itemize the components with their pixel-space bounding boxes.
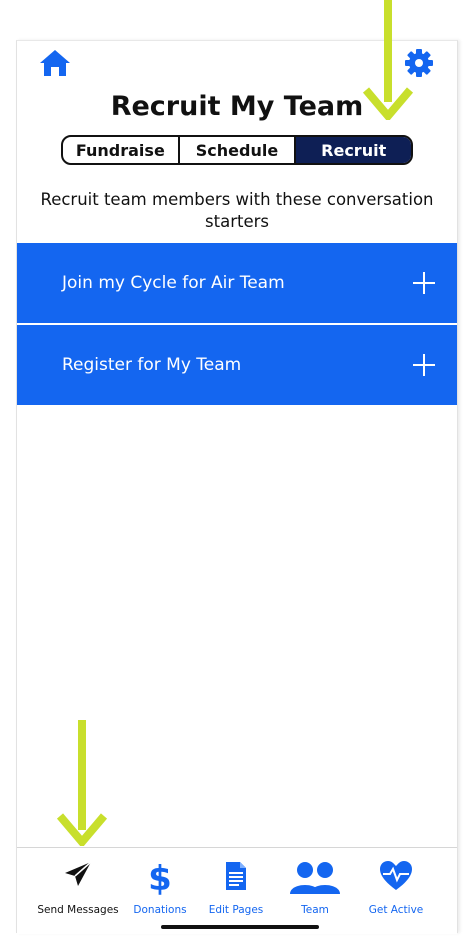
tab-edit-pages[interactable]: Edit Pages bbox=[203, 848, 269, 934]
accordion-item-join-team[interactable]: Join my Cycle for Air Team bbox=[17, 243, 457, 323]
description-text: Recruit team members with these conversa… bbox=[40, 190, 434, 231]
document-icon bbox=[226, 862, 246, 890]
tab-get-active[interactable]: Get Active bbox=[363, 848, 429, 934]
paper-plane-icon bbox=[65, 861, 92, 886]
accordion-label: Join my Cycle for Air Team bbox=[62, 273, 285, 293]
annotation-arrow-icon bbox=[56, 720, 108, 846]
tab-donations[interactable]: $ Donations bbox=[127, 848, 193, 934]
tab-label: Send Messages bbox=[37, 904, 119, 916]
tab-send-messages[interactable]: Send Messages bbox=[35, 848, 121, 934]
tab-label: Team bbox=[301, 904, 329, 916]
annotation-arrow-icon bbox=[362, 0, 414, 120]
segmented-control: Fundraise Schedule Recruit bbox=[61, 135, 413, 165]
segment-recruit[interactable]: Recruit bbox=[296, 137, 411, 163]
segment-fundraise[interactable]: Fundraise bbox=[63, 137, 180, 163]
dollar-icon: $ bbox=[148, 860, 172, 896]
heart-pulse-icon bbox=[380, 861, 412, 890]
segment-schedule[interactable]: Schedule bbox=[180, 137, 297, 163]
accordion-label: Register for My Team bbox=[62, 355, 242, 375]
plus-icon bbox=[413, 354, 435, 376]
tab-label: Edit Pages bbox=[208, 904, 264, 916]
tab-label: Get Active bbox=[368, 904, 424, 916]
home-icon[interactable] bbox=[37, 47, 73, 79]
home-indicator bbox=[161, 925, 319, 929]
team-icon bbox=[290, 862, 340, 894]
tab-bar: Send Messages $ Donations Edit Pages Tea… bbox=[17, 847, 457, 934]
tab-team[interactable]: Team bbox=[283, 848, 347, 934]
svg-text:$: $ bbox=[148, 860, 172, 896]
plus-icon bbox=[413, 272, 435, 294]
accordion-item-register[interactable]: Register for My Team bbox=[17, 325, 457, 405]
tab-label: Donations bbox=[133, 904, 187, 916]
